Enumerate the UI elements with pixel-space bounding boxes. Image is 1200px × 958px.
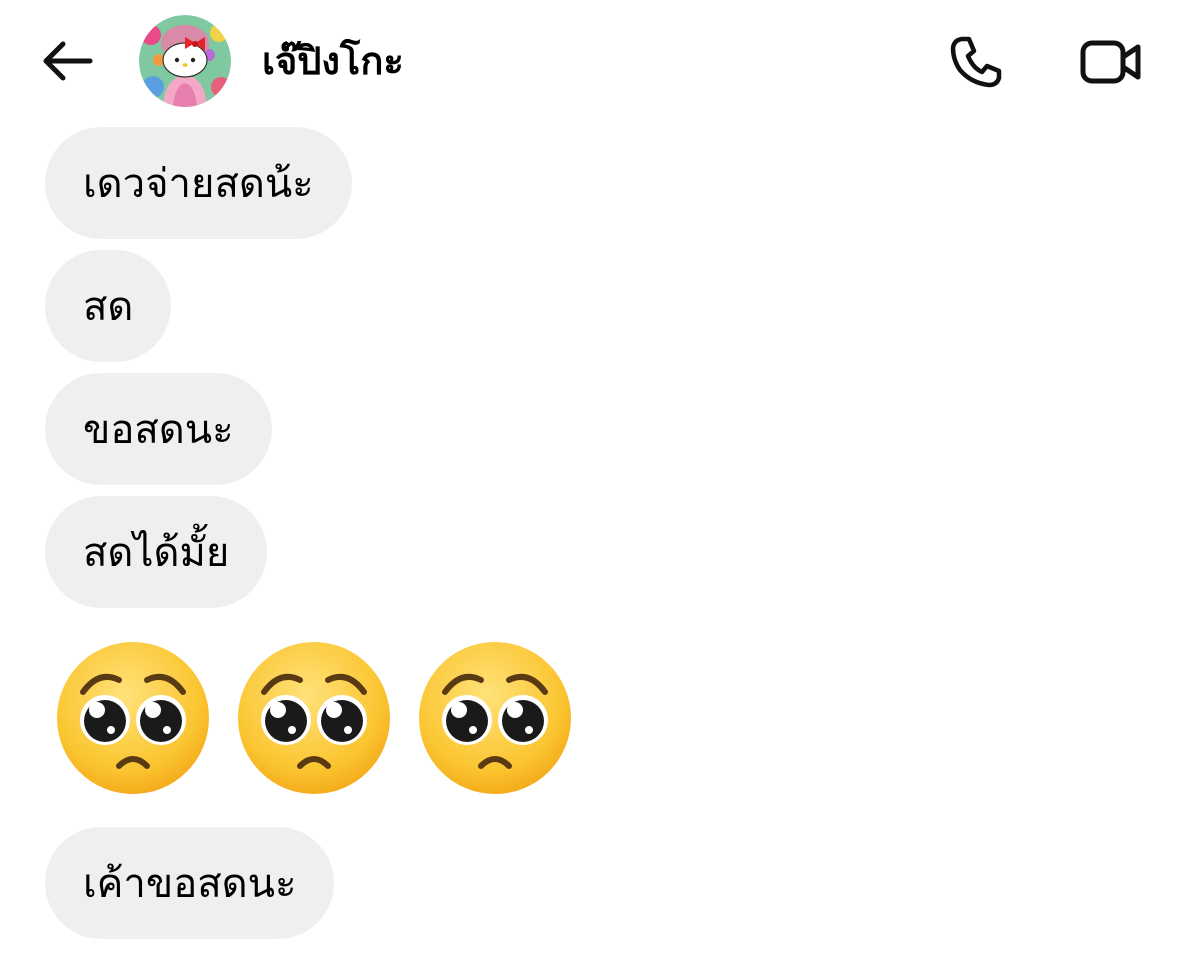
contact-name[interactable]: เจ๊ปิงโกะ bbox=[262, 36, 404, 86]
emoji-message[interactable] bbox=[55, 640, 573, 798]
message-text: เค้าขอสดนะ bbox=[83, 861, 297, 907]
message-bubble[interactable]: เดวจ่ายสดน้ะ bbox=[45, 127, 352, 239]
chat-header: เจ๊ปิงโกะ bbox=[0, 0, 1200, 120]
message-text: สดได้มั้ย bbox=[83, 530, 230, 576]
video-call-button[interactable] bbox=[1076, 36, 1146, 88]
message-bubble[interactable]: สด bbox=[45, 250, 172, 362]
message-text: เดวจ่ายสดน้ะ bbox=[83, 161, 314, 207]
message-bubble[interactable]: สดได้มั้ย bbox=[45, 496, 268, 608]
voice-call-button[interactable] bbox=[945, 32, 1007, 92]
phone-icon bbox=[950, 36, 1002, 88]
arrow-left-icon bbox=[43, 41, 93, 81]
avatar[interactable] bbox=[139, 15, 231, 107]
video-camera-icon bbox=[1080, 40, 1141, 84]
message-text: ขอสดนะ bbox=[83, 407, 234, 453]
pleading-face-emoji bbox=[419, 642, 571, 794]
pleading-face-emoji bbox=[238, 642, 390, 794]
pleading-face-emoji bbox=[57, 642, 209, 794]
message-bubble[interactable]: เค้าขอสดนะ bbox=[45, 827, 335, 939]
message-bubble[interactable]: ขอสดนะ bbox=[45, 373, 272, 485]
message-text: สด bbox=[83, 284, 134, 330]
back-button[interactable] bbox=[38, 36, 96, 86]
